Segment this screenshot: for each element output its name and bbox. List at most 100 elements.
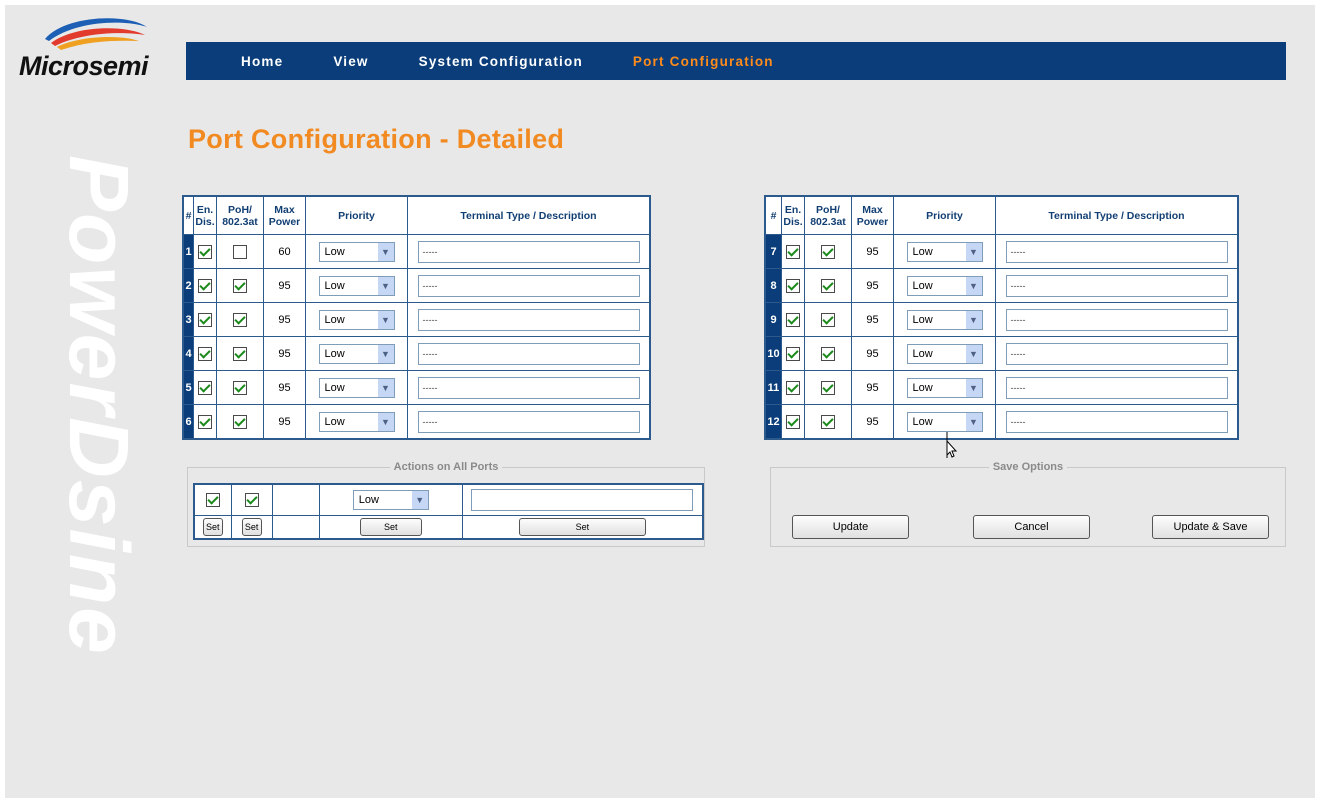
port-description-input[interactable]: ----- — [417, 274, 640, 297]
chevron-down-icon: ▼ — [965, 378, 982, 397]
set-poh-button[interactable]: Set — [241, 517, 262, 536]
port-description-input[interactable]: ----- — [1005, 376, 1228, 399]
port-poh-checkbox[interactable] — [233, 312, 247, 327]
port-priority-select[interactable]: Low ▼ — [318, 275, 395, 296]
port-enable-checkbox[interactable] — [198, 312, 212, 327]
all-poh-checkbox[interactable] — [244, 492, 259, 507]
port-max-power: 95 — [263, 302, 306, 337]
port-enable-checkbox[interactable] — [786, 278, 800, 293]
col-priority: Priority — [893, 195, 996, 235]
port-priority-select[interactable]: Low ▼ — [906, 309, 983, 330]
port-priority-select[interactable]: Low ▼ — [906, 275, 983, 296]
port-description-input[interactable]: ----- — [1005, 274, 1228, 297]
port-poh-checkbox[interactable] — [233, 414, 247, 429]
port-row: 9 95 Low ▼ ----- — [764, 302, 1239, 337]
port-enable-checkbox[interactable] — [786, 244, 800, 259]
actions-table: Low ▼ Set Set Set Set — [193, 483, 704, 540]
all-description-input[interactable] — [471, 488, 694, 511]
port-priority-select[interactable]: Low ▼ — [906, 411, 983, 432]
col-poh-line2: 802.3at — [222, 215, 258, 228]
port-priority-select[interactable]: Low ▼ — [906, 377, 983, 398]
port-poh-checkbox[interactable] — [821, 346, 835, 361]
port-poh-checkbox[interactable] — [233, 346, 247, 361]
port-enable-checkbox[interactable] — [198, 414, 212, 429]
chevron-down-icon: ▼ — [377, 276, 394, 295]
port-poh-checkbox[interactable] — [233, 244, 247, 259]
port-enable-checkbox[interactable] — [786, 414, 800, 429]
port-description-input[interactable]: ----- — [1005, 308, 1228, 331]
nav-port-configuration[interactable]: Port Configuration — [633, 54, 774, 69]
port-priority-select[interactable]: Low ▼ — [906, 343, 983, 364]
save-options-group: Save Options Update Cancel Update & Save — [770, 461, 1286, 547]
chevron-down-icon: ▼ — [965, 242, 982, 261]
port-poh-checkbox[interactable] — [233, 278, 247, 293]
all-priority-select[interactable]: Low ▼ — [352, 489, 429, 510]
port-row: 11 95 Low ▼ ----- — [764, 370, 1239, 405]
port-description-input[interactable]: ----- — [417, 342, 640, 365]
col-priority: Priority — [305, 195, 408, 235]
port-description-input[interactable]: ----- — [1005, 240, 1228, 263]
logo-swoosh-icon — [45, 18, 147, 50]
port-description-input[interactable]: ----- — [1005, 410, 1228, 433]
port-number: 3 — [182, 302, 194, 337]
page-background: Microsemi PowerDsine Home View System Co… — [5, 5, 1315, 798]
port-description-input[interactable]: ----- — [417, 240, 640, 263]
port-enable-checkbox[interactable] — [786, 346, 800, 361]
port-poh-checkbox[interactable] — [821, 244, 835, 259]
port-number: 7 — [764, 234, 782, 269]
port-priority-select[interactable]: Low ▼ — [318, 377, 395, 398]
port-priority-select[interactable]: Low ▼ — [906, 241, 983, 262]
col-poh: PoH/ 802.3at — [216, 195, 264, 235]
port-poh-checkbox[interactable] — [821, 380, 835, 395]
port-max-power: 95 — [851, 370, 894, 405]
port-description-input[interactable]: ----- — [417, 376, 640, 399]
cancel-button[interactable]: Cancel — [973, 515, 1090, 539]
port-number: 12 — [764, 404, 782, 440]
set-enable-button[interactable]: Set — [202, 517, 223, 536]
nav-view[interactable]: View — [333, 54, 368, 69]
update-button[interactable]: Update — [792, 515, 909, 539]
port-enable-checkbox[interactable] — [198, 380, 212, 395]
port-max-power: 60 — [263, 234, 306, 269]
col-poh-line1: PoH/ — [816, 203, 840, 216]
port-priority-select[interactable]: Low ▼ — [318, 241, 395, 262]
port-enable-checkbox[interactable] — [786, 380, 800, 395]
update-and-save-button[interactable]: Update & Save — [1152, 515, 1269, 539]
chevron-down-icon: ▼ — [377, 242, 394, 261]
page-title: Port Configuration - Detailed — [188, 124, 565, 154]
port-max-power: 95 — [263, 336, 306, 371]
chevron-down-icon: ▼ — [377, 310, 394, 329]
save-legend: Save Options — [992, 461, 1064, 473]
port-poh-checkbox[interactable] — [821, 414, 835, 429]
port-priority-select[interactable]: Low ▼ — [318, 343, 395, 364]
ports-body-left: 1 60 Low ▼ ----- 2 95 Low ▼ ----- 3 95 Low ▼ ----- 4 95 L… — [182, 234, 651, 440]
port-enable-checkbox[interactable] — [786, 312, 800, 327]
port-priority-select[interactable]: Low ▼ — [318, 411, 395, 432]
set-description-button[interactable]: Set — [518, 517, 646, 536]
port-row: 8 95 Low ▼ ----- — [764, 268, 1239, 303]
table-header-row: # En. Dis. PoH/ 802.3at Max Power Priori… — [182, 195, 651, 235]
col-num: # — [764, 195, 782, 235]
port-row: 10 95 Low ▼ ----- — [764, 336, 1239, 371]
port-priority-value: Low — [912, 313, 933, 326]
port-poh-checkbox[interactable] — [233, 380, 247, 395]
col-enable-line1: En. — [784, 203, 802, 216]
port-priority-select[interactable]: Low ▼ — [318, 309, 395, 330]
port-priority-value: Low — [912, 381, 933, 394]
port-enable-checkbox[interactable] — [198, 346, 212, 361]
port-max-power: 95 — [851, 302, 894, 337]
port-enable-checkbox[interactable] — [198, 278, 212, 293]
all-enable-checkbox[interactable] — [205, 492, 220, 507]
nav-home[interactable]: Home — [241, 54, 283, 69]
port-enable-checkbox[interactable] — [198, 244, 212, 259]
port-description-input[interactable]: ----- — [1005, 342, 1228, 365]
table-header-row: # En. Dis. PoH/ 802.3at Max Power Priori… — [764, 195, 1239, 235]
nav-system-configuration[interactable]: System Configuration — [419, 54, 583, 69]
port-poh-checkbox[interactable] — [821, 278, 835, 293]
port-poh-checkbox[interactable] — [821, 312, 835, 327]
powerdsine-watermark: PowerDsine — [23, 155, 133, 805]
port-description-input[interactable]: ----- — [417, 410, 640, 433]
port-description-input[interactable]: ----- — [417, 308, 640, 331]
set-priority-button[interactable]: Set — [359, 517, 422, 536]
port-row: 7 95 Low ▼ ----- — [764, 234, 1239, 269]
